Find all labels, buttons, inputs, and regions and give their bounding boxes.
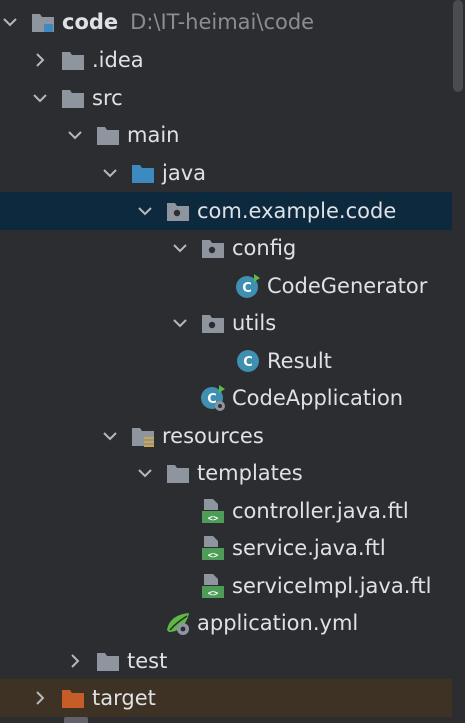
chevron-down-icon[interactable] (170, 238, 190, 258)
tree-row-idea[interactable]: .idea (0, 41, 452, 79)
runnable-class-icon: C (235, 273, 261, 299)
chevron-down-icon[interactable] (135, 201, 155, 221)
tree-row-main[interactable]: main (0, 116, 452, 154)
class-icon: C (235, 348, 261, 374)
tree-item-label: templates (197, 460, 303, 485)
chevron-down-icon[interactable] (170, 313, 190, 333)
folder-icon (60, 85, 86, 111)
chevron-right-icon[interactable] (30, 50, 50, 70)
tree-row-resources[interactable]: resources (0, 417, 452, 455)
chevron-down-icon[interactable] (100, 426, 120, 446)
chevron-down-icon[interactable] (65, 125, 85, 145)
tree-row-code-application[interactable]: C CodeApplication (0, 379, 452, 417)
chevron-down-icon[interactable] (135, 463, 155, 483)
project-tree: code D:\IT-heimai\code .idea src main ja… (0, 0, 465, 723)
package-icon (200, 310, 226, 336)
svg-text:<>: <> (208, 514, 219, 524)
folder-icon (95, 648, 121, 674)
tree-item-label: Result (267, 348, 332, 373)
spring-config-file-icon (165, 610, 191, 636)
tree-item-label: test (127, 648, 168, 673)
resources-folder-icon (130, 423, 156, 449)
tree-item-label: com.example.code (197, 198, 397, 223)
tree-item-label: serviceImpl.java.ftl (232, 573, 432, 598)
tree-item-label: utils (232, 310, 277, 335)
spring-boot-class-icon: C (200, 384, 226, 411)
tree-row-service-ftl[interactable]: <> service.java.ftl (0, 529, 452, 567)
svg-text:<>: <> (208, 589, 219, 599)
tree-row-result[interactable]: C Result (0, 342, 452, 380)
tree-item-label: src (92, 85, 123, 110)
source-folder-icon (130, 160, 156, 186)
tree-row-templates[interactable]: templates (0, 454, 452, 492)
chevron-right-icon[interactable] (65, 651, 85, 671)
template-file-icon: <> (200, 535, 226, 561)
svg-text:<>: <> (208, 551, 219, 561)
next-row-icon-partial (64, 717, 88, 723)
tree-row-package[interactable]: com.example.code (0, 192, 452, 230)
svg-text:C: C (243, 355, 253, 370)
template-file-icon: <> (200, 498, 226, 524)
package-icon (165, 198, 191, 224)
excluded-folder-icon (60, 685, 86, 711)
project-path: D:\IT-heimai\code (130, 9, 315, 34)
tree-item-label: resources (162, 423, 264, 448)
tree-row-test[interactable]: test (0, 642, 452, 680)
tree-row-src[interactable]: src (0, 79, 452, 117)
tree-item-label: application.yml (197, 610, 359, 635)
package-icon (200, 235, 226, 261)
tree-item-label: controller.java.ftl (232, 498, 409, 523)
chevron-down-icon[interactable] (0, 12, 20, 32)
vertical-scrollbar[interactable] (453, 0, 463, 92)
tree-row-utils[interactable]: utils (0, 304, 452, 342)
svg-text:C: C (242, 281, 252, 296)
tree-row-application-yml[interactable]: application.yml (0, 604, 452, 642)
tree-item-label: target (92, 685, 156, 710)
template-file-icon: <> (200, 573, 226, 599)
tree-row-code[interactable]: code D:\IT-heimai\code (0, 3, 452, 41)
folder-icon (165, 460, 191, 486)
tree-row-service-impl-ftl[interactable]: <> serviceImpl.java.ftl (0, 567, 452, 605)
chevron-down-icon[interactable] (100, 163, 120, 183)
module-folder-icon (30, 9, 56, 35)
tree-item-label: main (127, 122, 180, 147)
tree-item-label: java (162, 160, 206, 185)
tree-row-code-generator[interactable]: C CodeGenerator (0, 267, 452, 305)
folder-icon (95, 122, 121, 148)
tree-row-controller-ftl[interactable]: <> controller.java.ftl (0, 492, 452, 530)
chevron-right-icon[interactable] (30, 688, 50, 708)
tree-row-java[interactable]: java (0, 154, 452, 192)
tree-item-label: config (232, 235, 297, 260)
tree-item-label: CodeGenerator (267, 273, 428, 298)
tree-item-label: code (62, 9, 119, 34)
tree-item-label: service.java.ftl (232, 535, 386, 560)
chevron-down-icon[interactable] (30, 88, 50, 108)
tree-item-label: CodeApplication (232, 385, 404, 410)
tree-item-label: .idea (92, 47, 144, 72)
folder-icon (60, 47, 86, 73)
tree-row-config[interactable]: config (0, 229, 452, 267)
tree-row-target[interactable]: target (0, 679, 452, 717)
